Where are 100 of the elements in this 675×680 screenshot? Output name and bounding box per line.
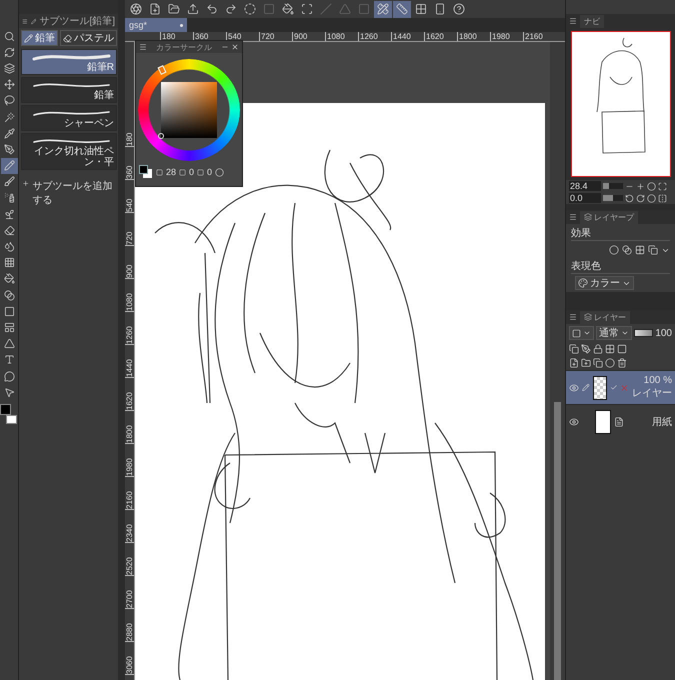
- layer-tab[interactable]: レイヤー: [580, 310, 630, 324]
- zoom-slider[interactable]: [603, 183, 623, 189]
- eyedropper-icon: [4, 128, 14, 139]
- ruler-label: 2880: [125, 609, 134, 642]
- main-color-swatch[interactable]: [0, 404, 11, 416]
- ruler-label: 720: [125, 213, 134, 246]
- brush-item[interactable]: インク切れ油性ペン・平: [21, 133, 117, 170]
- square-icon: [572, 328, 581, 338]
- layer-property-tab[interactable]: レイヤープ: [580, 210, 638, 224]
- search-icon: [4, 30, 14, 42]
- sub-color-swatch[interactable]: [6, 415, 17, 424]
- dashed-circle-icon: [244, 3, 256, 15]
- ruler-label: 2160: [125, 477, 134, 510]
- eye-icon: [569, 382, 579, 392]
- lock-icon: [593, 344, 603, 354]
- rotate-right-icon: [636, 194, 645, 202]
- new-file-icon: [149, 3, 161, 15]
- paint-bucket-icon: [282, 3, 294, 15]
- ruler-label: 1620: [125, 378, 134, 411]
- value-readout: 0: [207, 167, 212, 177]
- blend-mode-dropdown[interactable]: 通常: [596, 326, 632, 340]
- ruler-label: 2700: [125, 576, 134, 609]
- eraser-icon: [4, 224, 14, 236]
- tool-group-tab[interactable]: パステル: [60, 30, 117, 46]
- text-icon: [4, 354, 14, 366]
- plus-icon: [22, 179, 30, 188]
- menu-icon: [139, 43, 147, 51]
- brush-item[interactable]: シャーペン: [21, 105, 117, 131]
- grid-icon: [415, 3, 427, 15]
- rotation-slider[interactable]: [603, 195, 623, 201]
- scrollbar-thumb[interactable]: [554, 402, 561, 680]
- expression-color-dropdown[interactable]: カラー: [575, 276, 634, 290]
- ruler-label: 2520: [125, 543, 134, 576]
- smartphone-icon: [434, 3, 446, 15]
- color-dots-icon: [578, 278, 588, 288]
- ruler-label: 1800: [125, 411, 134, 444]
- document-tab[interactable]: gsg*: [125, 18, 187, 32]
- close-icon: [231, 43, 239, 51]
- magic-wand-icon: [4, 112, 14, 123]
- square-icon: [156, 168, 163, 176]
- folder-icon: [168, 3, 180, 15]
- saturation-value-square[interactable]: [161, 82, 217, 138]
- ruler-label: 1620: [424, 32, 457, 41]
- grass-icon: [4, 208, 14, 220]
- modified-dot-icon: [180, 24, 183, 26]
- tool-group-tab[interactable]: 鉛筆: [21, 30, 58, 46]
- navigator-preview[interactable]: [570, 31, 670, 177]
- redo-icon: [225, 3, 237, 15]
- ruler-label: 1080: [325, 32, 358, 41]
- add-subtool-button[interactable]: サブツールを追加する: [22, 179, 115, 207]
- copy-icon: [593, 358, 603, 368]
- transform-icon: [301, 3, 313, 15]
- pointer-icon: [4, 386, 14, 398]
- panel-title: サブツール[鉛筆]: [39, 14, 115, 28]
- toolbar-button[interactable]: [374, 0, 392, 18]
- speech-balloon-icon: [4, 370, 14, 382]
- effect-label: 効果: [571, 226, 670, 241]
- ruler-label: 2160: [523, 32, 556, 41]
- app-logo-icon: [130, 3, 142, 15]
- pencil-icon: [582, 383, 590, 392]
- scrollbar[interactable]: [550, 42, 565, 680]
- tool-button[interactable]: [0, 158, 18, 174]
- toolbar-button[interactable]: [393, 0, 411, 18]
- ruler-label: 1800: [457, 32, 490, 41]
- layer-row[interactable]: 100 % レイヤー: [566, 370, 675, 404]
- layer-color-dropdown[interactable]: [569, 326, 594, 340]
- ruler-label: 900: [292, 32, 325, 41]
- paper-icon: [614, 416, 624, 426]
- pencil-ruler-icon: [377, 3, 389, 15]
- menu-icon: [569, 17, 577, 25]
- triangle-icon: [339, 3, 351, 15]
- panel-icon: [4, 322, 14, 333]
- pen-icon: [4, 144, 14, 155]
- square-icon: [263, 3, 275, 15]
- menu-icon: [569, 313, 577, 321]
- flip-icon: [658, 194, 667, 202]
- layer-name: レイヤー: [632, 387, 672, 400]
- navigator-tab[interactable]: ナビ: [580, 14, 604, 28]
- zoom-in-icon: [636, 182, 645, 190]
- pencil-icon: [30, 16, 36, 26]
- square-icon: [358, 3, 370, 15]
- zoom-field[interactable]: 28.4: [569, 181, 601, 191]
- color-cursor[interactable]: [158, 133, 164, 139]
- droplets-icon: [4, 241, 14, 252]
- ruler-label: 180: [125, 114, 134, 147]
- brush-item[interactable]: 鉛筆: [21, 77, 117, 103]
- gradient-icon: [4, 290, 14, 301]
- upload-icon: [187, 3, 199, 15]
- color-swatch-icon[interactable]: [139, 165, 153, 179]
- slash-icon: [320, 3, 332, 15]
- ruler-label: 1260: [125, 312, 134, 345]
- ruler-label: 360: [125, 147, 134, 180]
- opacity-value: 100: [655, 328, 672, 338]
- help-icon: [453, 3, 465, 15]
- brush-item[interactable]: 鉛筆R: [21, 49, 117, 75]
- check-icon: [610, 383, 618, 392]
- ruler-label: 540: [125, 180, 134, 213]
- rotation-field[interactable]: 0.0: [569, 193, 601, 203]
- ruler-icon: [396, 3, 408, 15]
- panel-title: カラーサークル: [156, 42, 212, 52]
